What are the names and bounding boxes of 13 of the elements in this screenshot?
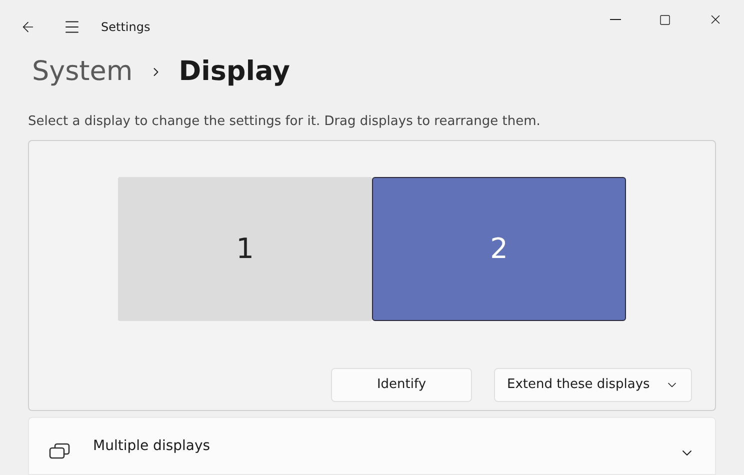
- monitors-icon: [49, 442, 71, 461]
- minimize-icon: [610, 19, 620, 20]
- monitor-tile[interactable]: 2: [372, 176, 626, 321]
- maximize-icon: [659, 14, 671, 26]
- monitor-tile[interactable]: 1: [118, 176, 372, 321]
- description-text: Select a display to change the settings for it. Drag displays to rearrange them.: [27, 113, 542, 132]
- display-mode-dropdown[interactable]: Extend these displays: [494, 368, 692, 402]
- page-title: Display: [178, 54, 290, 89]
- breadcrumb-parent[interactable]: System: [32, 52, 133, 92]
- window-title: Settings: [101, 19, 150, 36]
- identify-button[interactable]: Identify: [331, 368, 472, 402]
- row-title: Multiple displays: [93, 437, 210, 456]
- settings-row[interactable]: Multiple displays: [28, 416, 716, 475]
